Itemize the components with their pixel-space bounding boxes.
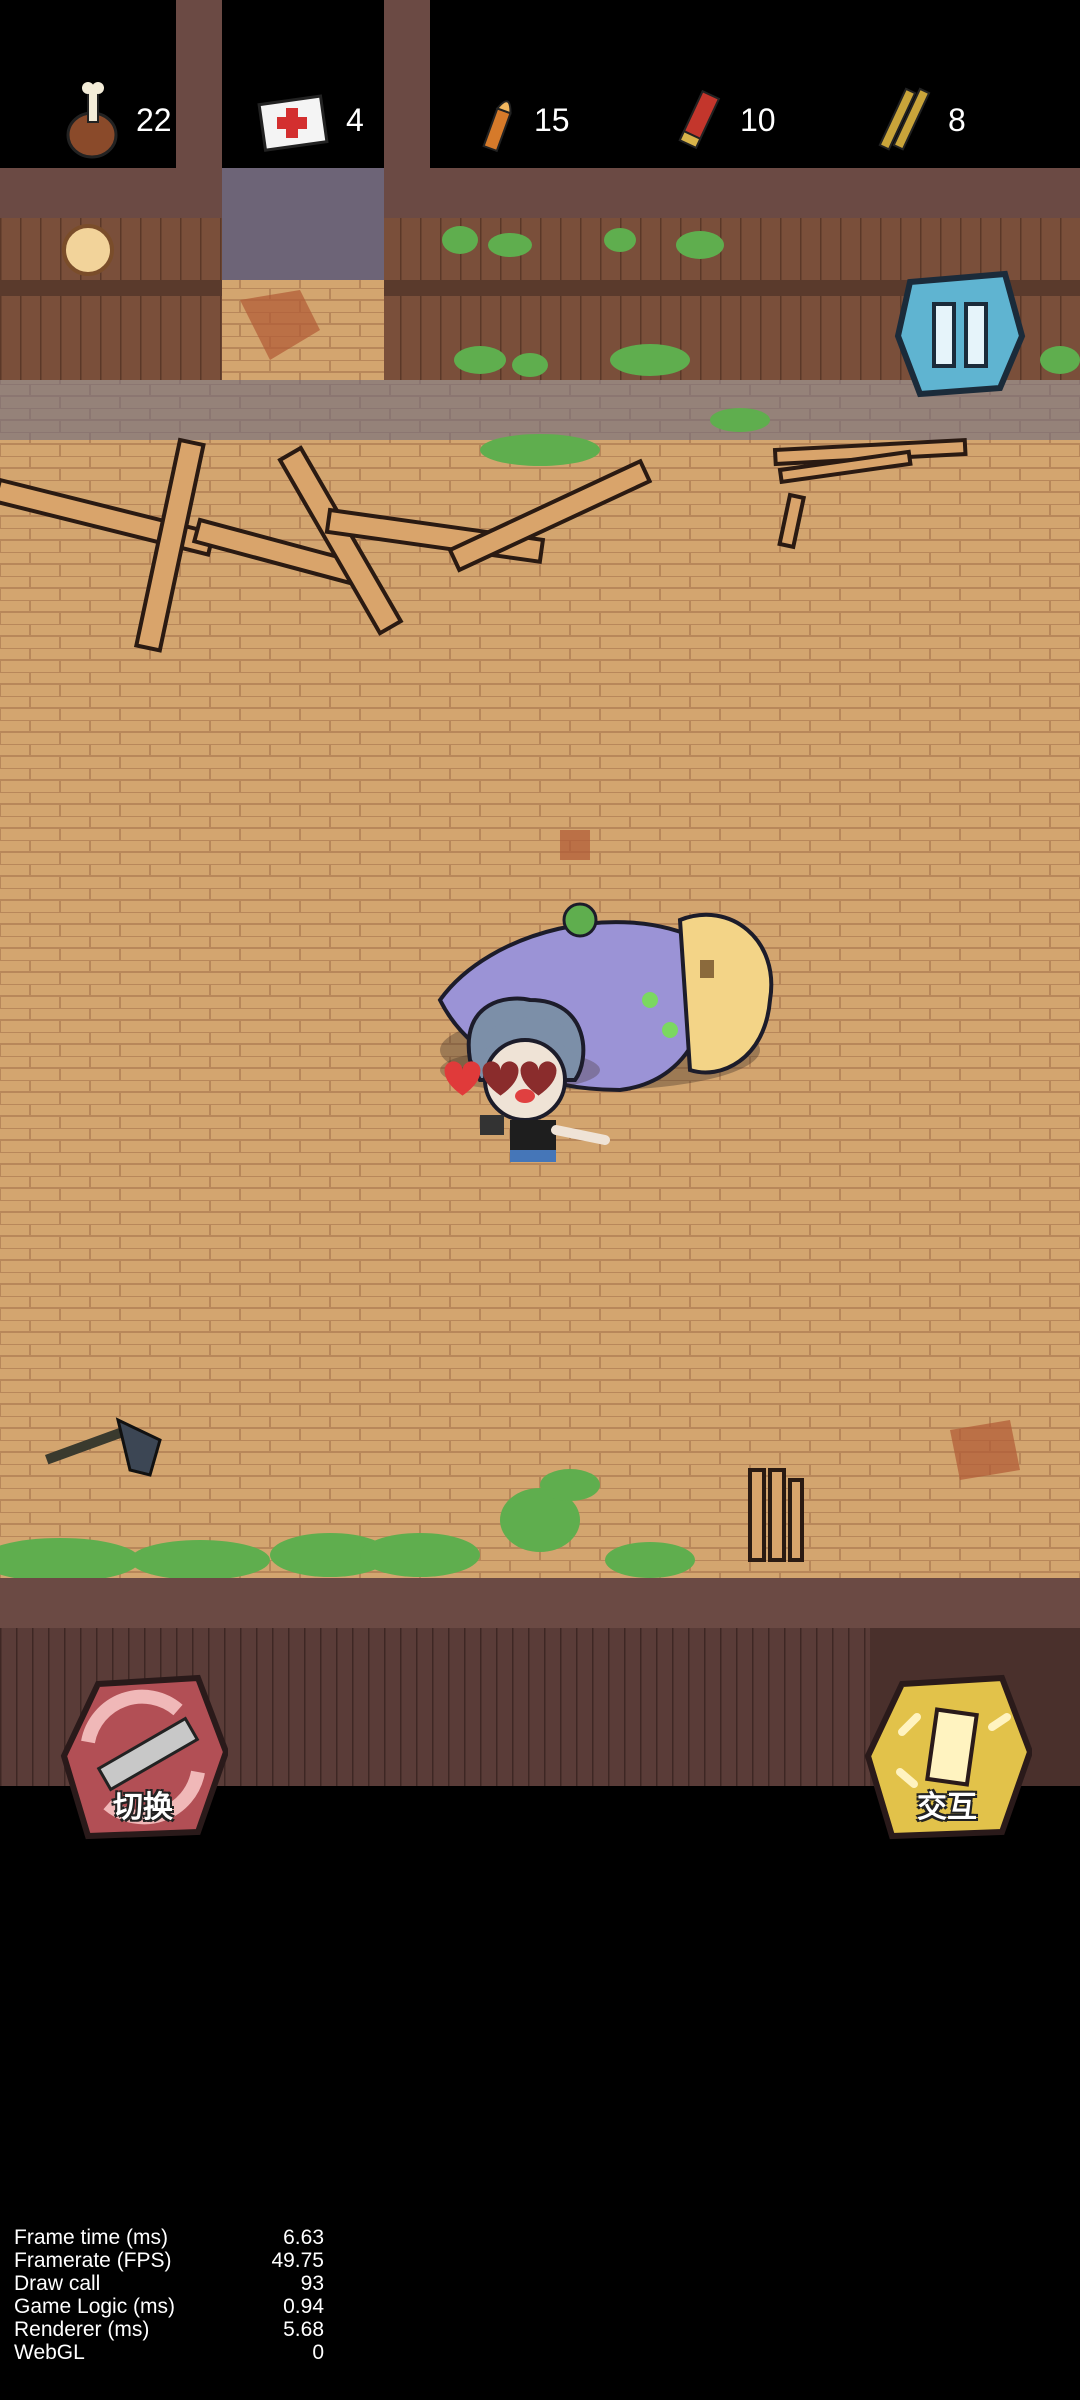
stat-value: 0.94 bbox=[283, 2295, 324, 2318]
interact-button[interactable]: 交互 bbox=[862, 1672, 1034, 1842]
stat-label: Draw call bbox=[14, 2272, 101, 2295]
rifle-ammo-count: 8 bbox=[948, 101, 966, 138]
resource-medkit: 4 bbox=[256, 80, 364, 160]
stat-row: Renderer (ms) 5.68 bbox=[14, 2318, 324, 2341]
resource-shotgun-ammo: 10 bbox=[670, 80, 776, 160]
stat-label: Framerate (FPS) bbox=[14, 2249, 172, 2272]
switch-weapon-button[interactable]: 切换 bbox=[58, 1672, 230, 1842]
rifle-bullet-icon bbox=[878, 87, 931, 151]
stat-row: Game Logic (ms) 0.94 bbox=[14, 2295, 324, 2318]
stat-value: 0 bbox=[312, 2341, 324, 2364]
pause-button[interactable] bbox=[890, 266, 1030, 406]
stat-label: WebGL bbox=[14, 2341, 85, 2364]
stat-value: 6.63 bbox=[283, 2226, 324, 2249]
shotgun-ammo-count: 10 bbox=[740, 101, 776, 138]
stat-label: Renderer (ms) bbox=[14, 2318, 150, 2341]
stat-label: Game Logic (ms) bbox=[14, 2295, 176, 2318]
interact-label: 交互 bbox=[917, 1791, 977, 1824]
medkit-count: 4 bbox=[346, 101, 364, 138]
stat-value: 5.68 bbox=[283, 2318, 324, 2341]
stat-row: Framerate (FPS) 49.75 bbox=[14, 2249, 324, 2272]
stat-label: Frame time (ms) bbox=[14, 2226, 168, 2249]
wall-lamp bbox=[62, 224, 114, 276]
stat-row: WebGL 0 bbox=[14, 2341, 324, 2364]
debug-stats-panel: Frame time (ms) 6.63 Framerate (FPS) 49.… bbox=[14, 2226, 324, 2364]
stat-value: 93 bbox=[300, 2272, 324, 2295]
pause-icon bbox=[894, 270, 1026, 398]
switch-label: 切换 bbox=[113, 1791, 173, 1824]
pistol-ammo-count: 15 bbox=[534, 101, 570, 138]
stat-row: Frame time (ms) 6.63 bbox=[14, 2226, 324, 2249]
medkit-icon bbox=[257, 94, 329, 152]
wall-bottom-ledge bbox=[0, 1578, 1080, 1628]
stat-value: 49.75 bbox=[271, 2249, 324, 2272]
resource-rifle-ammo: 8 bbox=[870, 80, 966, 160]
meat-count: 22 bbox=[136, 101, 172, 138]
resource-bar: 22 4 15 10 8 bbox=[0, 0, 1080, 175]
resource-pistol-ammo: 15 bbox=[476, 80, 570, 160]
stat-row: Draw call 93 bbox=[14, 2272, 324, 2295]
pistol-bullet-icon bbox=[482, 100, 512, 153]
meat-icon bbox=[66, 82, 118, 159]
resource-meat: 22 bbox=[62, 80, 172, 160]
shotgun-shell-icon bbox=[678, 89, 721, 150]
